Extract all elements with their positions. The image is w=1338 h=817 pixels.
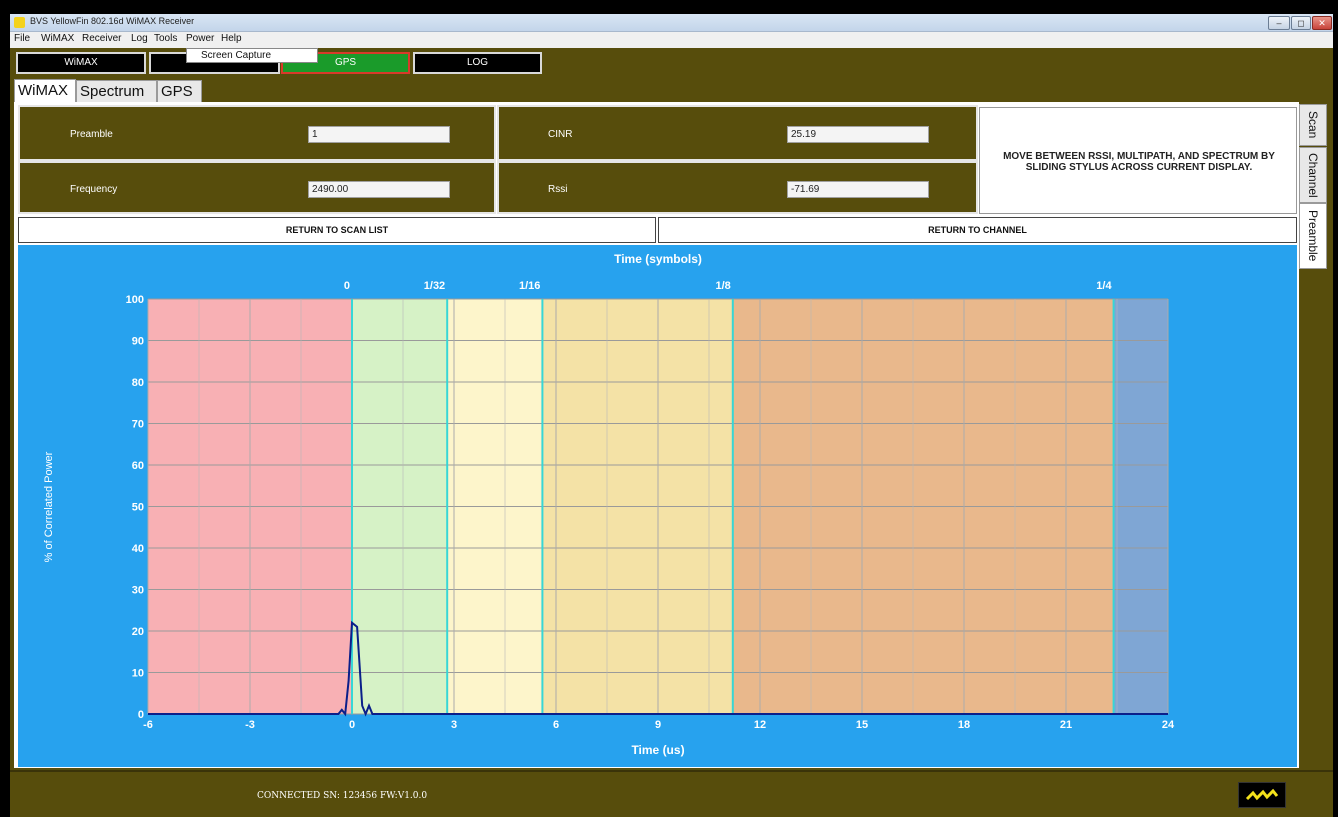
y-tick-label: 60: [132, 460, 144, 472]
y-tick-label: 10: [132, 668, 144, 680]
log-mode-button[interactable]: LOG: [413, 52, 542, 74]
close-button[interactable]: ✕: [1312, 16, 1332, 30]
power-icon: [1238, 782, 1286, 808]
x-tick-label: 18: [958, 719, 970, 731]
tab-gps[interactable]: GPS: [157, 80, 202, 102]
connection-status: CONNECTED SN: 123456 FW:V1.0.0: [257, 791, 428, 801]
top-tick-label: 0: [344, 280, 350, 292]
x-tick-label: 15: [856, 719, 868, 731]
tab-wimax[interactable]: WiMAX: [14, 79, 76, 102]
preamble-chart[interactable]: 0 10 20 30 40 50 60 70 80 90 100 -6 -3 0 3 6 9 12 15 18 21 24…: [18, 245, 1297, 767]
menu-help[interactable]: Help: [221, 33, 242, 44]
menu-bar: File WiMAX Receiver Log Tools Power Help: [10, 32, 1333, 48]
return-to-scan-list-button[interactable]: RETURN TO SCAN LIST: [18, 217, 656, 243]
minimize-button[interactable]: –: [1268, 16, 1290, 30]
tab-spectrum[interactable]: Spectrum: [76, 80, 157, 102]
y-tick-label: 80: [132, 377, 144, 389]
y-axis-label: % of Correlated Power: [43, 451, 55, 562]
menu-receiver[interactable]: Receiver: [82, 33, 121, 44]
x-tick-label: 0: [349, 719, 355, 731]
x-tick-label: 24: [1162, 719, 1175, 731]
top-tick-label: 1/8: [716, 280, 731, 292]
frequency-field[interactable]: 2490.00: [308, 181, 450, 198]
chart-title: Time (symbols): [614, 252, 702, 266]
app-window: BVS YellowFin 802.16d WiMAX Receiver – ◻…: [0, 0, 1338, 817]
cinr-label: CINR: [548, 129, 573, 140]
y-tick-label: 30: [132, 585, 144, 597]
menu-power[interactable]: Power: [186, 33, 214, 44]
menu-file[interactable]: File: [14, 33, 30, 44]
x-tick-label: 12: [754, 719, 766, 731]
y-tick-label: 20: [132, 626, 144, 638]
preamble-label: Preamble: [70, 129, 113, 140]
instruction-box: MOVE BETWEEN RSSI, MULTIPATH, AND SPECTR…: [979, 107, 1297, 214]
x-tick-label: 6: [553, 719, 559, 731]
lightning-icon: [1245, 788, 1279, 801]
x-tick-label: -6: [143, 719, 153, 731]
wimax-mode-button[interactable]: WiMAX: [16, 52, 146, 74]
dropdown-screen-capture[interactable]: Screen Capture: [186, 48, 318, 63]
x-tick-label: 9: [655, 719, 661, 731]
app-icon: [14, 17, 25, 28]
menu-log[interactable]: Log: [131, 33, 148, 44]
x-tick-label: 21: [1060, 719, 1072, 731]
title-bar: BVS YellowFin 802.16d WiMAX Receiver – ◻…: [10, 14, 1333, 32]
x-tick-label: 3: [451, 719, 457, 731]
preamble-field[interactable]: 1: [308, 126, 450, 143]
y-tick-label: 50: [132, 502, 144, 514]
side-tab-scan[interactable]: Scan: [1299, 104, 1327, 146]
top-tick-label: 1/32: [424, 280, 445, 292]
y-tick-label: 90: [132, 336, 144, 348]
frequency-label: Frequency: [70, 184, 118, 195]
top-tick-label: 1/4: [1096, 280, 1112, 292]
instruction-text: MOVE BETWEEN RSSI, MULTIPATH, AND SPECTR…: [1003, 151, 1275, 173]
menu-tools[interactable]: Tools: [154, 33, 177, 44]
return-to-channel-button[interactable]: RETURN TO CHANNEL: [658, 217, 1297, 243]
rssi-label: Rssi: [548, 184, 568, 195]
x-axis-label: Time (us): [631, 743, 684, 757]
side-tab-channel[interactable]: Channel: [1299, 147, 1327, 203]
rssi-field[interactable]: -71.69: [787, 181, 929, 198]
window-title: BVS YellowFin 802.16d WiMAX Receiver: [30, 16, 195, 26]
x-tick-label: -3: [245, 719, 255, 731]
status-bar: [10, 770, 1333, 817]
chart-svg: 0 10 20 30 40 50 60 70 80 90 100 -6 -3 0 3 6 9 12 15 18 21 24…: [43, 252, 1175, 757]
menu-wimax[interactable]: WiMAX: [41, 33, 74, 44]
y-tick-label: 70: [132, 419, 144, 431]
side-tab-preamble[interactable]: Preamble: [1299, 203, 1327, 269]
maximize-button[interactable]: ◻: [1291, 16, 1311, 30]
top-tick-label: 1/16: [519, 280, 540, 292]
cinr-field[interactable]: 25.19: [787, 126, 929, 143]
y-tick-label: 100: [126, 294, 144, 306]
y-tick-label: 40: [132, 543, 144, 555]
